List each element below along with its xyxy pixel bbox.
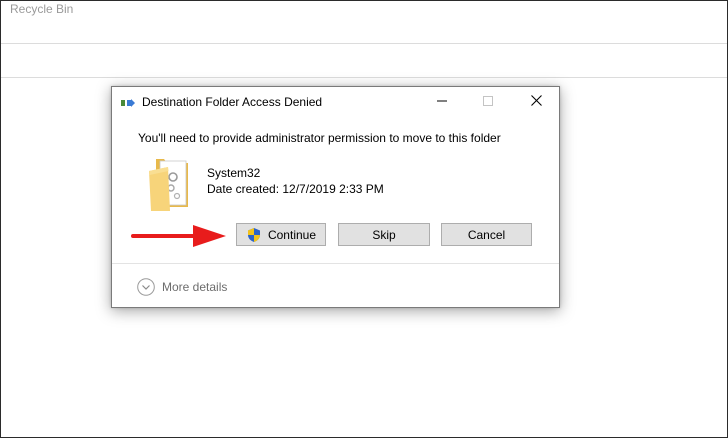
minimize-icon xyxy=(437,95,447,109)
dialog-separator xyxy=(112,263,559,264)
continue-button[interactable]: Continue xyxy=(236,223,326,246)
uac-shield-icon xyxy=(246,227,262,243)
permission-message: You'll need to provide administrator per… xyxy=(138,131,501,145)
dialog-titlebar[interactable]: Destination Folder Access Denied xyxy=(112,87,559,117)
cancel-label: Cancel xyxy=(467,227,506,242)
folder-date-created: Date created: 12/7/2019 2:33 PM xyxy=(207,182,384,196)
chevron-down-circle-icon xyxy=(137,278,155,296)
close-button[interactable] xyxy=(513,87,559,117)
more-details-label: More details xyxy=(162,280,228,294)
folder-name: System32 xyxy=(207,166,261,180)
red-arrow-icon xyxy=(131,224,227,248)
more-details-toggle[interactable]: More details xyxy=(137,277,227,297)
skip-label: Skip xyxy=(372,227,396,242)
continue-label: Continue xyxy=(267,227,317,242)
maximize-button[interactable] xyxy=(465,87,511,117)
folder-icon xyxy=(146,155,190,213)
cancel-button[interactable]: Cancel xyxy=(441,223,532,246)
skip-button[interactable]: Skip xyxy=(338,223,430,246)
close-icon xyxy=(530,95,542,109)
access-denied-dialog: Destination Folder Access Denied You'll … xyxy=(111,86,560,308)
explorer-divider xyxy=(1,43,727,44)
maximize-icon xyxy=(483,95,493,109)
dialog-title: Destination Folder Access Denied xyxy=(142,95,323,109)
explorer-divider xyxy=(1,77,727,78)
file-move-icon xyxy=(121,97,135,107)
explorer-title: Recycle Bin xyxy=(10,2,74,16)
minimize-button[interactable] xyxy=(419,87,465,117)
